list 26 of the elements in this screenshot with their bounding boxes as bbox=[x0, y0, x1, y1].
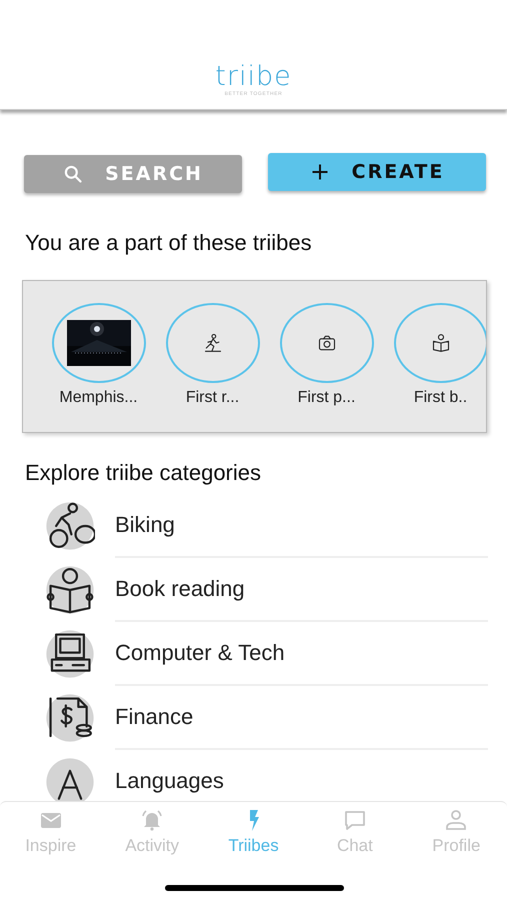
logo: triibe bbox=[215, 63, 292, 91]
plus-icon bbox=[310, 162, 330, 182]
book-reader-icon bbox=[430, 333, 450, 353]
chat-bubble-icon bbox=[342, 808, 367, 832]
bell-icon bbox=[140, 808, 164, 832]
search-icon bbox=[63, 164, 84, 184]
section-title: You are a part of these triibes bbox=[24, 229, 313, 256]
cyclist-icon bbox=[45, 501, 95, 551]
category-name[interactable]: Book reading bbox=[115, 576, 245, 602]
category-name[interactable]: Computer & Tech bbox=[115, 640, 285, 666]
camera-icon bbox=[316, 333, 336, 353]
runner-icon bbox=[202, 333, 222, 353]
triibe-avatar[interactable] bbox=[52, 303, 146, 383]
triibe-name: First r... bbox=[186, 389, 240, 407]
category-name[interactable]: Biking bbox=[115, 512, 175, 538]
finance-document-icon bbox=[45, 693, 95, 743]
triibe-name: Memphis... bbox=[59, 389, 138, 407]
triibe-name: First b.. bbox=[414, 389, 468, 407]
book-reader-icon bbox=[45, 565, 95, 615]
section-title: Explore triibe categories bbox=[24, 459, 262, 486]
category-name[interactable]: Languages bbox=[115, 768, 224, 794]
computer-icon bbox=[45, 629, 95, 679]
triibe-name: First p... bbox=[298, 389, 356, 407]
create-button[interactable]: CREATE bbox=[268, 153, 486, 191]
person-icon bbox=[444, 808, 468, 832]
category-name[interactable]: Finance bbox=[115, 704, 194, 730]
